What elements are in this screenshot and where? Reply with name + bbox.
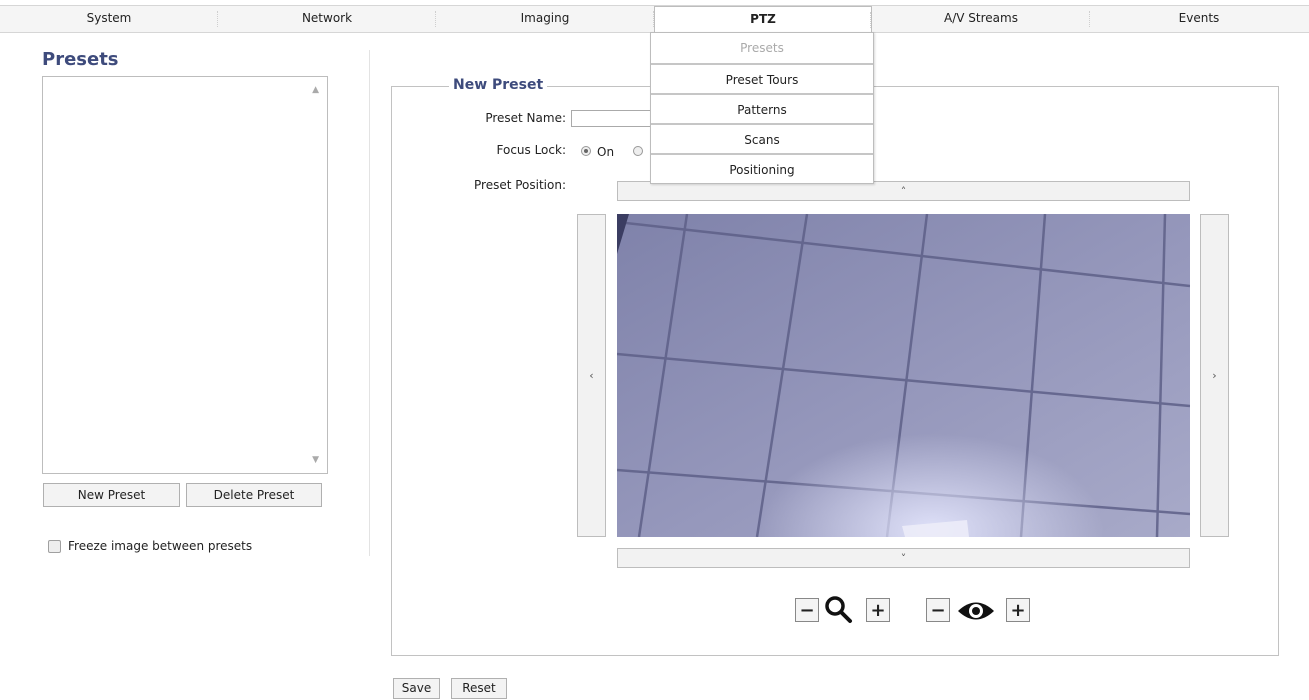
magnifier-icon xyxy=(825,596,852,623)
minus-icon: − xyxy=(799,599,815,621)
chevron-up-icon: ˄ xyxy=(900,184,907,198)
tilt-up-button[interactable]: ˄ xyxy=(617,181,1190,201)
menu-item-patterns[interactable]: Patterns xyxy=(651,93,873,123)
tab-imaging[interactable]: Imaging xyxy=(436,6,654,32)
camera-image xyxy=(617,214,1190,537)
scroll-up-arrow-icon[interactable]: ▲ xyxy=(312,85,319,95)
scroll-down-arrow-icon[interactable]: ▼ xyxy=(312,455,319,465)
reset-button[interactable]: Reset xyxy=(451,678,507,699)
zoom-out-button[interactable]: − xyxy=(795,598,819,622)
preset-name-input[interactable] xyxy=(571,110,651,127)
preset-list[interactable]: ▲ ▼ xyxy=(42,76,328,474)
top-nav: System Network Imaging PTZ A/V Streams E… xyxy=(0,5,1309,33)
chevron-right-icon: › xyxy=(1212,369,1217,382)
fieldset-legend: New Preset xyxy=(449,77,548,93)
minus-icon: − xyxy=(930,599,946,621)
menu-item-preset-tours[interactable]: Preset Tours xyxy=(651,63,873,93)
preset-name-label: Preset Name: xyxy=(485,111,566,125)
tab-network[interactable]: Network xyxy=(218,6,436,32)
focus-lock-label: Focus Lock: xyxy=(496,143,567,157)
pan-right-button[interactable]: › xyxy=(1200,214,1229,537)
preset-position-label: Preset Position: xyxy=(474,178,566,192)
camera-live-view[interactable] xyxy=(617,214,1190,537)
new-preset-button[interactable]: New Preset xyxy=(43,483,180,507)
freeze-image-option[interactable]: Freeze image between presets xyxy=(48,539,252,553)
tilt-down-button[interactable]: ˅ xyxy=(617,548,1190,568)
tab-system[interactable]: System xyxy=(0,6,218,32)
ptz-dropdown-menu: Presets Preset Tours Patterns Scans Posi… xyxy=(650,32,874,184)
focus-far-button[interactable]: + xyxy=(1006,598,1030,622)
menu-item-positioning[interactable]: Positioning xyxy=(651,153,873,183)
tab-av-streams[interactable]: A/V Streams xyxy=(872,6,1090,32)
plus-icon: + xyxy=(1010,599,1026,621)
tab-events[interactable]: Events xyxy=(1090,6,1308,32)
chevron-down-icon: ˅ xyxy=(900,551,907,565)
focus-lock-on-radio[interactable] xyxy=(581,146,591,156)
tab-ptz[interactable]: PTZ xyxy=(654,6,872,33)
menu-item-presets: Presets xyxy=(740,41,784,55)
zoom-in-button[interactable]: + xyxy=(866,598,890,622)
menu-item-scans[interactable]: Scans xyxy=(651,123,873,153)
freeze-checkbox[interactable] xyxy=(48,539,61,553)
focus-lock-on-label: On xyxy=(597,145,615,159)
delete-preset-button[interactable]: Delete Preset xyxy=(186,483,322,507)
save-button[interactable]: Save xyxy=(393,678,440,699)
focus-near-button[interactable]: − xyxy=(926,598,950,622)
eye-icon xyxy=(958,602,994,620)
pan-left-button[interactable]: ‹ xyxy=(577,214,606,537)
panel-divider xyxy=(369,50,370,556)
presets-heading: Presets xyxy=(42,49,119,70)
freeze-label: Freeze image between presets xyxy=(68,539,253,553)
chevron-left-icon: ‹ xyxy=(589,369,594,382)
focus-lock-off-radio[interactable] xyxy=(633,146,643,156)
plus-icon: + xyxy=(870,599,886,621)
